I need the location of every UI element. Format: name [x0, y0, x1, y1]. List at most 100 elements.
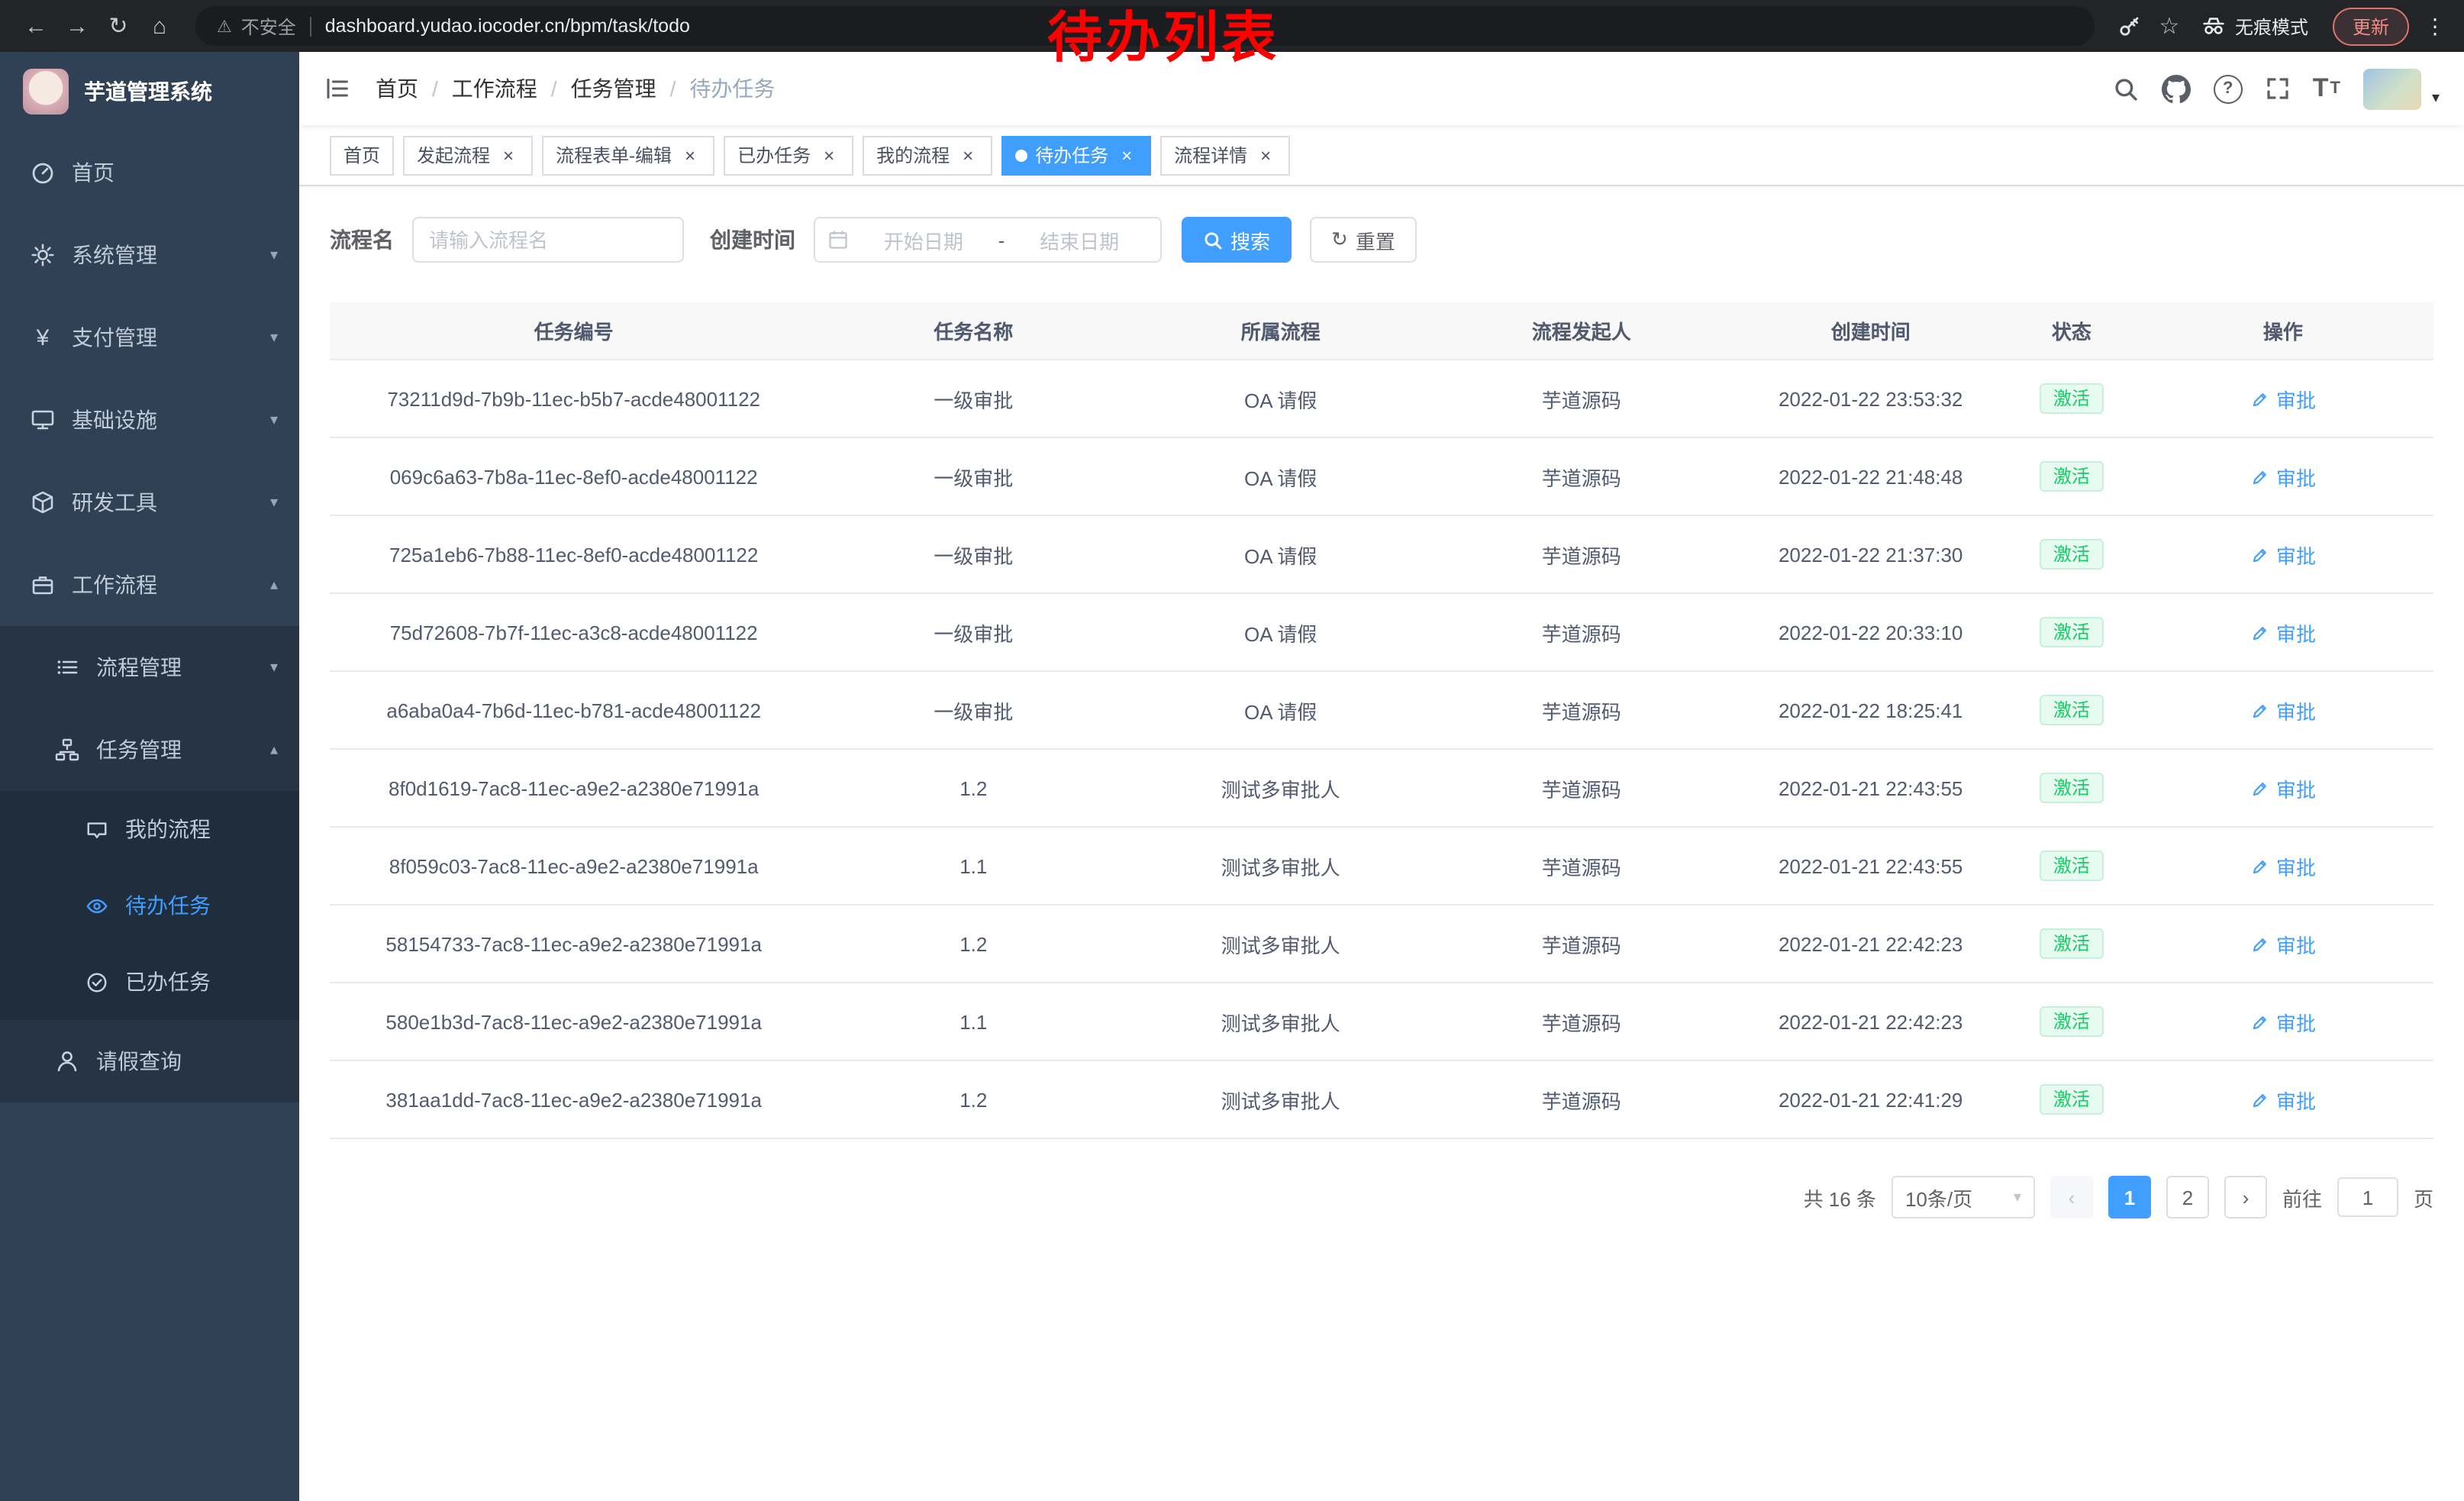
- approve-link[interactable]: 审批: [2250, 929, 2316, 958]
- search-icon: [1203, 230, 1223, 250]
- cell-action: 审批: [2133, 983, 2433, 1060]
- key-icon[interactable]: [2110, 14, 2150, 38]
- fullscreen-icon[interactable]: [2266, 76, 2290, 101]
- close-icon[interactable]: ×: [498, 144, 519, 166]
- close-icon[interactable]: ×: [679, 144, 701, 166]
- cell-created-time: 2022-01-21 22:41:29: [1730, 1060, 2011, 1138]
- tab-label: 流程详情: [1174, 142, 1247, 168]
- sidebar-item-workflow[interactable]: 工作流程 ▴: [0, 544, 299, 626]
- date-range-input[interactable]: 开始日期 - 结束日期: [814, 217, 1162, 263]
- close-icon[interactable]: ×: [957, 144, 979, 166]
- tab[interactable]: 待办任务 ×: [1001, 135, 1151, 175]
- table-row: 381aa1dd-7ac8-11ec-a9e2-a2380e71991a 1.2…: [330, 1060, 2433, 1138]
- table-row: 069c6a63-7b8a-11ec-8ef0-acde48001122 一级审…: [330, 437, 2433, 515]
- close-icon[interactable]: ×: [818, 144, 840, 166]
- column-header[interactable]: 任务名称: [818, 302, 1129, 360]
- process-name-input[interactable]: [412, 217, 684, 263]
- page-button-1[interactable]: 1: [2108, 1176, 2151, 1219]
- chevron-down-icon: ▾: [270, 659, 278, 676]
- breadcrumb-workflow[interactable]: 工作流程: [452, 73, 537, 104]
- approve-link[interactable]: 审批: [2250, 696, 2316, 725]
- cell-process: 测试多审批人: [1129, 827, 1432, 905]
- calendar-icon: [827, 229, 849, 250]
- prev-page-button[interactable]: ‹: [2050, 1176, 2093, 1219]
- column-header[interactable]: 操作: [2133, 302, 2433, 360]
- tab[interactable]: 首页 ×: [330, 135, 394, 175]
- github-icon[interactable]: [2162, 74, 2191, 103]
- tab[interactable]: 流程表单-编辑 ×: [542, 135, 714, 175]
- sidebar-item-payment[interactable]: ¥ 支付管理 ▾: [0, 296, 299, 379]
- browser-home-icon[interactable]: ⌂: [139, 13, 180, 39]
- page-size-select[interactable]: 10条/页 ▾: [1892, 1176, 2035, 1219]
- tab[interactable]: 发起流程 ×: [403, 135, 533, 175]
- close-icon[interactable]: ×: [1116, 144, 1137, 166]
- tab-label: 我的流程: [876, 142, 950, 168]
- breadcrumb-home[interactable]: 首页: [376, 73, 418, 104]
- cell-created-time: 2022-01-22 21:48:48: [1730, 437, 2011, 515]
- sidebar-item-devtools[interactable]: 研发工具 ▾: [0, 461, 299, 544]
- search-icon[interactable]: [2113, 76, 2139, 102]
- breadcrumb-task-management[interactable]: 任务管理: [571, 73, 656, 104]
- approve-link[interactable]: 审批: [2250, 618, 2316, 647]
- table-row: 8f0d1619-7ac8-11ec-a9e2-a2380e71991a 1.2…: [330, 749, 2433, 827]
- browser-reload-icon[interactable]: ↻: [98, 12, 139, 40]
- reset-button[interactable]: ↻ 重置: [1310, 217, 1417, 263]
- approve-link[interactable]: 审批: [2250, 540, 2316, 569]
- sidebar-item-leave-query[interactable]: 请假查询: [0, 1020, 299, 1102]
- briefcase-icon: [31, 573, 55, 597]
- tab[interactable]: 我的流程 ×: [863, 135, 992, 175]
- sidebar-item-process-management[interactable]: 流程管理 ▾: [0, 626, 299, 709]
- cell-initiator: 芋道源码: [1432, 671, 1730, 749]
- sidebar-item-infra[interactable]: 基础设施 ▾: [0, 379, 299, 461]
- tab[interactable]: 已办任务 ×: [724, 135, 853, 175]
- bookmark-star-icon[interactable]: ☆: [2150, 12, 2189, 40]
- sidebar-item-done-task[interactable]: 已办任务: [0, 944, 299, 1020]
- column-header[interactable]: 状态: [2011, 302, 2133, 360]
- sidebar-item-my-process[interactable]: 我的流程: [0, 791, 299, 867]
- edit-icon: [2250, 389, 2270, 408]
- close-icon[interactable]: ×: [1255, 144, 1276, 166]
- chevron-down-icon[interactable]: ▾: [2432, 89, 2440, 109]
- cell-status: 激活: [2011, 827, 2133, 905]
- sidebar-item-system[interactable]: 系统管理 ▾: [0, 214, 299, 296]
- tab[interactable]: 流程详情 ×: [1160, 135, 1290, 175]
- sidebar-toggle-icon[interactable]: [324, 76, 351, 101]
- font-size-icon[interactable]: TT: [2313, 73, 2340, 104]
- approve-link[interactable]: 审批: [2250, 384, 2316, 413]
- cell-task-name: 1.2: [818, 749, 1129, 827]
- page-button-2[interactable]: 2: [2166, 1176, 2209, 1219]
- sidebar-item-todo-task[interactable]: 待办任务: [0, 867, 299, 944]
- column-header[interactable]: 任务编号: [330, 302, 818, 360]
- goto-page-input[interactable]: [2337, 1177, 2398, 1217]
- next-page-button[interactable]: ›: [2224, 1176, 2267, 1219]
- cell-status: 激活: [2011, 749, 2133, 827]
- cell-task-name: 一级审批: [818, 360, 1129, 437]
- cell-task-id: 381aa1dd-7ac8-11ec-a9e2-a2380e71991a: [330, 1060, 818, 1138]
- cell-status: 激活: [2011, 983, 2133, 1060]
- column-header[interactable]: 创建时间: [1730, 302, 2011, 360]
- column-header[interactable]: 所属流程: [1129, 302, 1432, 360]
- sidebar-background: [0, 1102, 299, 1501]
- update-button[interactable]: 更新: [2333, 7, 2409, 45]
- browser-back-icon[interactable]: ←: [15, 13, 56, 39]
- browser-forward-icon[interactable]: →: [56, 13, 98, 39]
- cell-initiator: 芋道源码: [1432, 515, 1730, 593]
- list-icon: [55, 655, 79, 679]
- sidebar-item-home[interactable]: 首页: [0, 131, 299, 214]
- avatar[interactable]: [2363, 68, 2421, 109]
- approve-link[interactable]: 审批: [2250, 1007, 2316, 1036]
- annotation-title: 待办列表: [1047, 6, 1279, 69]
- cell-created-time: 2022-01-21 22:43:55: [1730, 827, 2011, 905]
- search-button[interactable]: 搜索: [1182, 217, 1292, 263]
- approve-link[interactable]: 审批: [2250, 1085, 2316, 1114]
- sidebar-item-label: 待办任务: [125, 890, 278, 921]
- sidebar-item-label: 研发工具: [72, 487, 253, 518]
- approve-link[interactable]: 审批: [2250, 851, 2316, 880]
- help-icon[interactable]: ?: [2214, 74, 2243, 103]
- table-row: 58154733-7ac8-11ec-a9e2-a2380e71991a 1.2…: [330, 905, 2433, 983]
- column-header[interactable]: 流程发起人: [1432, 302, 1730, 360]
- approve-link[interactable]: 审批: [2250, 462, 2316, 491]
- approve-link[interactable]: 审批: [2250, 773, 2316, 802]
- browser-menu-icon[interactable]: ⋮: [2421, 13, 2449, 39]
- sidebar-item-task-management[interactable]: 任务管理 ▴: [0, 709, 299, 791]
